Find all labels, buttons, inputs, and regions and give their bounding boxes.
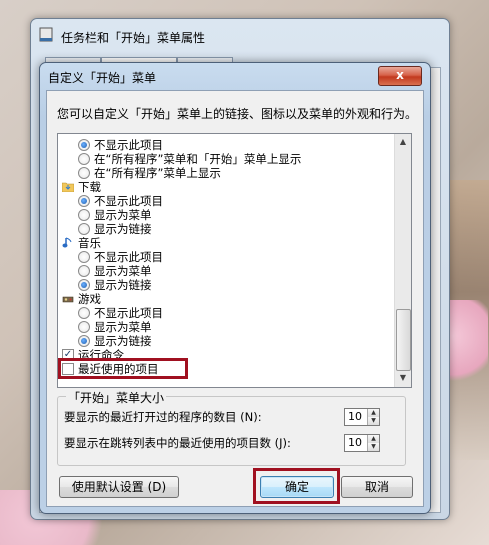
list-item[interactable]: 显示为菜单	[78, 320, 152, 334]
list-group-music: 音乐	[62, 236, 101, 250]
list-item[interactable]: 不显示此项目	[78, 138, 163, 152]
scroll-up-arrow-icon[interactable]: ▲	[396, 135, 410, 149]
recent-programs-stepper[interactable]: 10 ▲ ▼	[344, 408, 380, 426]
start-menu-size-group: 「开始」菜单大小 要显示的最近打开过的程序的数目 (N): 10 ▲ ▼ 要显示…	[57, 389, 406, 466]
jump-list-stepper[interactable]: 10 ▲ ▼	[344, 434, 380, 452]
list-item[interactable]: 不显示此项目	[78, 194, 163, 208]
window-app-icon	[39, 27, 53, 42]
use-default-settings-button[interactable]: 使用默认设置 (D)	[59, 476, 179, 498]
radio[interactable]	[78, 250, 90, 263]
list-item[interactable]: 不显示此项目	[78, 250, 163, 264]
music-icon	[62, 237, 72, 248]
radio-selected[interactable]	[78, 194, 90, 207]
recent-programs-label: 要显示的最近打开过的程序的数目 (N):	[64, 410, 262, 424]
radio[interactable]	[78, 306, 90, 319]
list-item[interactable]: 显示为链接	[78, 222, 152, 236]
download-folder-icon	[62, 182, 74, 192]
list-item[interactable]: 显示为链接	[78, 278, 152, 292]
radio-selected[interactable]	[78, 278, 90, 291]
close-icon: x	[396, 68, 404, 82]
highlight-box-ok	[253, 468, 340, 504]
list-item[interactable]: 显示为菜单	[78, 208, 152, 222]
scroll-down-arrow-icon[interactable]: ▼	[396, 371, 410, 385]
radio[interactable]	[78, 264, 90, 277]
vertical-scrollbar[interactable]: ▲ ▼	[394, 134, 411, 387]
radio[interactable]	[78, 208, 90, 221]
cancel-button[interactable]: 取消	[341, 476, 413, 498]
radio[interactable]	[78, 152, 90, 165]
options-list[interactable]: 不显示此项目 在“所有程序”菜单和「开始」菜单上显示 在“所有程序”菜单上显示 …	[57, 133, 412, 388]
list-item[interactable]: 在“所有程序”菜单上显示	[78, 166, 221, 180]
list-item[interactable]: 显示为菜单	[78, 264, 152, 278]
games-icon	[62, 296, 74, 303]
radio-selected[interactable]	[78, 138, 90, 151]
stepper-up-icon[interactable]: ▲	[367, 435, 379, 443]
stepper-up-icon[interactable]: ▲	[367, 409, 379, 417]
list-group-games: 游戏	[62, 292, 101, 306]
dialog-client: 您可以自定义「开始」菜单上的链接、图标以及菜单的外观和行为。 不显示此项目 在“…	[46, 90, 424, 507]
stepper-down-icon[interactable]: ▼	[367, 417, 379, 425]
dialog-title: 自定义「开始」菜单	[48, 71, 157, 85]
group-title: 「开始」菜单大小	[66, 389, 167, 406]
scrollbar-thumb[interactable]	[396, 309, 411, 371]
list-item[interactable]: 显示为链接	[78, 334, 152, 348]
highlight-box-recent-items	[58, 358, 188, 379]
window-title: 任务栏和「开始」菜单属性	[61, 31, 206, 45]
list-item[interactable]: 不显示此项目	[78, 306, 163, 320]
stepper-value: 10	[348, 436, 362, 449]
jump-list-label: 要显示在跳转列表中的最近使用的项目数 (J):	[64, 436, 291, 450]
customize-start-menu-dialog: 自定义「开始」菜单 x 您可以自定义「开始」菜单上的链接、图标以及菜单的外观和行…	[39, 62, 431, 514]
radio[interactable]	[78, 320, 90, 333]
list-group-downloads: 下载	[62, 180, 101, 194]
dialog-description: 您可以自定义「开始」菜单上的链接、图标以及菜单的外观和行为。	[57, 107, 418, 121]
stepper-down-icon[interactable]: ▼	[367, 443, 379, 451]
close-button[interactable]: x	[378, 66, 422, 86]
radio-selected[interactable]	[78, 334, 90, 347]
radio[interactable]	[78, 222, 90, 235]
stepper-value: 10	[348, 410, 362, 423]
list-item[interactable]: 在“所有程序”菜单和「开始」菜单上显示	[78, 152, 301, 166]
radio[interactable]	[78, 166, 90, 179]
